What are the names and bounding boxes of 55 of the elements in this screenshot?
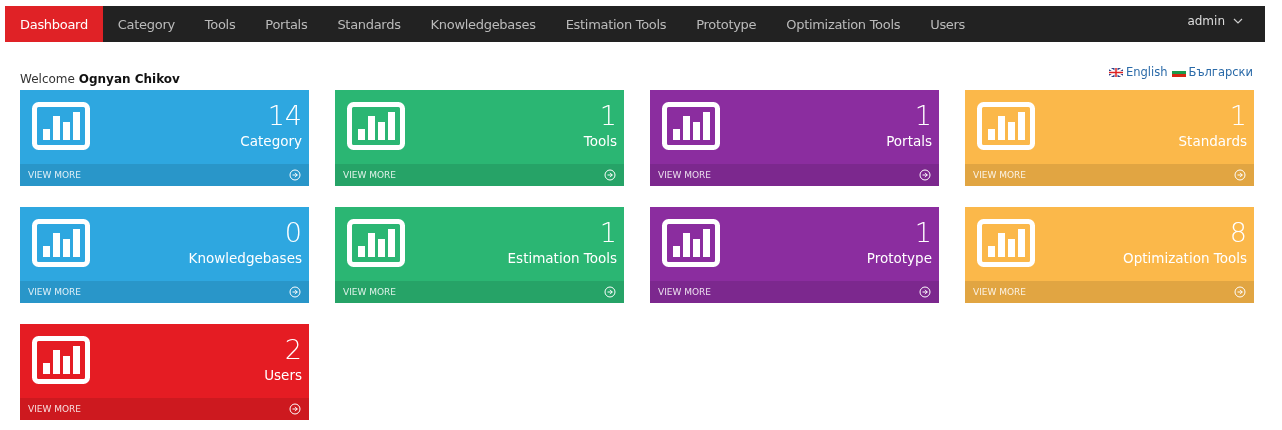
user-menu[interactable]: admin xyxy=(1187,6,1265,42)
arrow-circle-icon xyxy=(919,169,931,181)
language-link[interactable]: Български xyxy=(1171,65,1253,79)
tile-count: 1 xyxy=(598,218,617,248)
language-link[interactable]: English xyxy=(1108,65,1168,79)
tile-count: 1 xyxy=(598,101,617,131)
tile-count: 8 xyxy=(1228,218,1247,248)
nav-tab[interactable]: Users xyxy=(915,6,981,42)
view-more-link[interactable]: VIEW MORE xyxy=(650,281,939,303)
nav-tab[interactable]: Prototype xyxy=(681,6,772,42)
tile-count: 1 xyxy=(913,101,932,131)
chevron-down-icon xyxy=(1233,18,1243,24)
tile-count: 14 xyxy=(266,101,302,131)
tile-label: Estimation Tools xyxy=(507,250,617,266)
tile-count: 1 xyxy=(1228,101,1247,131)
bar-chart-icon xyxy=(32,336,90,384)
arrow-circle-icon xyxy=(604,169,616,181)
arrow-circle-icon xyxy=(1234,286,1246,298)
tile-label: Standards xyxy=(1178,133,1247,149)
tile-label: Knowledgebases xyxy=(188,250,302,266)
bar-chart-icon xyxy=(977,102,1035,150)
nav-tab[interactable]: Dashboard xyxy=(5,6,103,42)
view-more-link[interactable]: VIEW MORE xyxy=(650,164,939,186)
tile-count: 0 xyxy=(283,218,302,248)
nav-tab[interactable]: Standards xyxy=(322,6,416,42)
tile-label: Tools xyxy=(583,133,617,149)
bar-chart-icon xyxy=(662,102,720,150)
bar-chart-icon xyxy=(662,219,720,267)
arrow-circle-icon xyxy=(1234,169,1246,181)
arrow-circle-icon xyxy=(289,403,301,415)
arrow-circle-icon xyxy=(919,286,931,298)
welcome-text: Welcome Ognyan Chikov xyxy=(20,72,180,86)
arrow-circle-icon xyxy=(289,169,301,181)
bar-chart-icon xyxy=(32,102,90,150)
nav-tab[interactable]: Tools xyxy=(189,6,251,42)
tile-label: Portals xyxy=(886,133,932,149)
tile-label: Users xyxy=(264,367,302,383)
arrow-circle-icon xyxy=(289,286,301,298)
bar-chart-icon xyxy=(977,219,1035,267)
nav-tab[interactable]: Estimation Tools xyxy=(550,6,682,42)
tile-label: Category xyxy=(240,133,302,149)
tile-label: Optimization Tools xyxy=(1123,250,1247,266)
bar-chart-icon xyxy=(32,219,90,267)
arrow-circle-icon xyxy=(604,286,616,298)
nav-tab[interactable]: Optimization Tools xyxy=(771,6,916,42)
tile-count: 1 xyxy=(913,218,932,248)
nav-tab[interactable]: Portals xyxy=(250,6,323,42)
bar-chart-icon xyxy=(347,219,405,267)
nav-tab[interactable]: Category xyxy=(102,6,190,42)
nav-tab[interactable]: Knowledgebases xyxy=(415,6,551,42)
view-more-link[interactable]: VIEW MORE xyxy=(20,398,309,420)
tile-label: Prototype xyxy=(866,250,932,266)
tile-count: 2 xyxy=(283,335,302,365)
bar-chart-icon xyxy=(347,102,405,150)
flag-icon xyxy=(1108,67,1123,77)
